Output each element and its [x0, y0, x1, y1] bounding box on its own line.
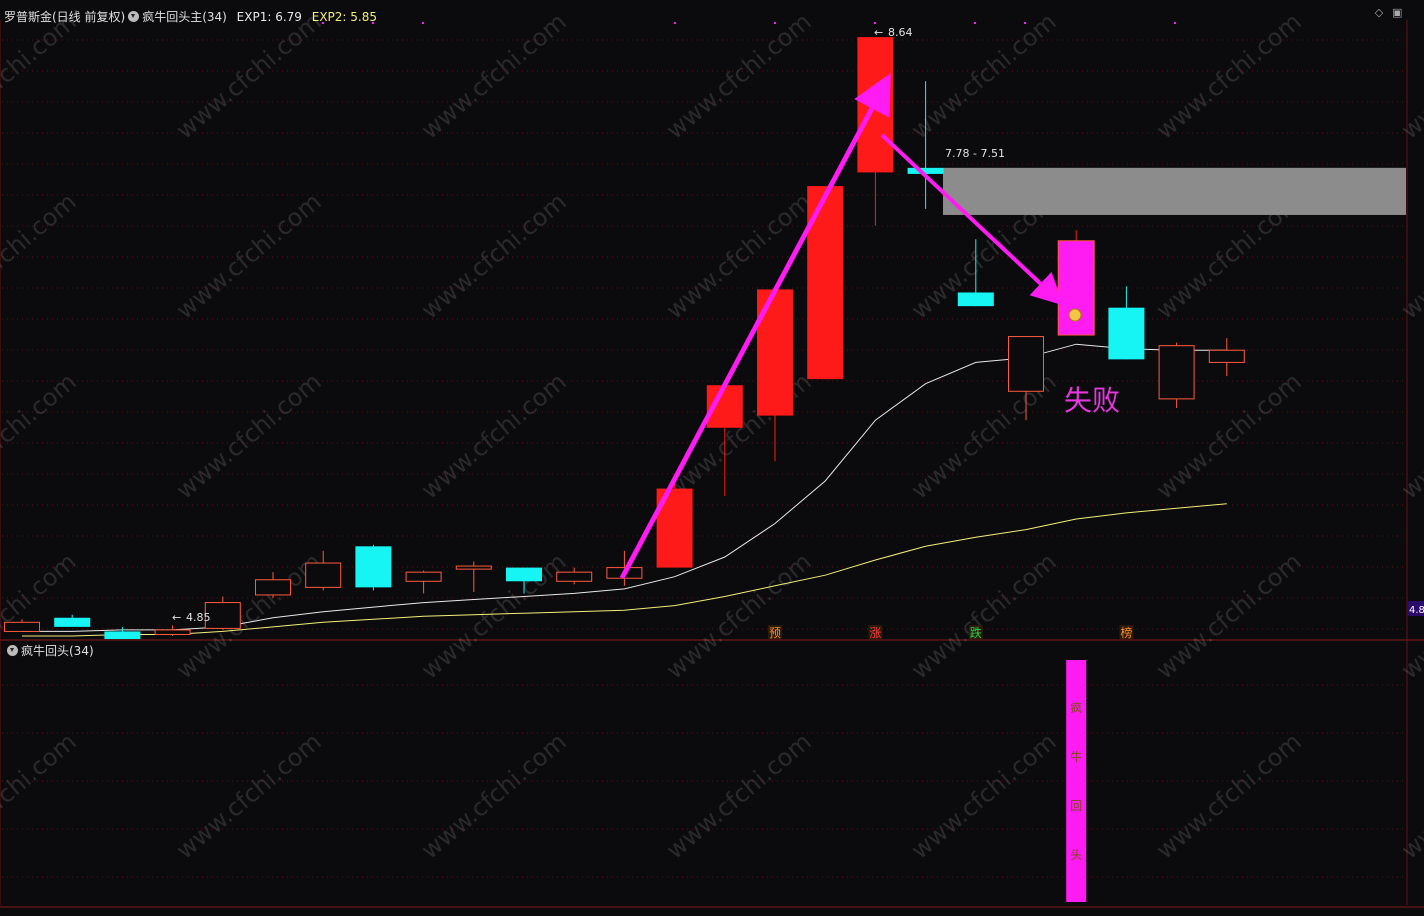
fail-label: 失败: [1064, 384, 1120, 417]
stock-name: 罗普斯金(日线 前复权): [4, 10, 126, 24]
candle-body: [1208, 349, 1245, 363]
candle-body: [1158, 345, 1195, 400]
sub-indicator-name[interactable]: 疯牛回头(34): [21, 644, 94, 658]
bottom-marker: 跌: [970, 625, 982, 640]
signal-char: 回: [1070, 799, 1082, 813]
low-label: 4.85: [186, 611, 211, 624]
signal-char: 牛: [1070, 749, 1082, 764]
candle-body: [305, 562, 342, 588]
candle-body: [4, 621, 40, 632]
candle-body: [54, 617, 91, 627]
top-dot: [874, 22, 876, 24]
diamond-icon[interactable]: ◇: [1374, 7, 1384, 18]
bottom-marker: 预: [769, 626, 781, 640]
top-dot: [422, 22, 424, 24]
right-price-label: 4.8: [1409, 605, 1424, 616]
signal-char: 疯: [1070, 700, 1082, 715]
candle-body: [154, 629, 191, 635]
candle-body: [957, 292, 994, 307]
main-chart: www.cfchi.comwww.cfchi.comwww.cfchi.comw…: [0, 0, 1424, 916]
indicator-name[interactable]: 疯牛回头主(34): [142, 10, 227, 24]
candle-body: [204, 602, 241, 629]
high-arrow-icon: ←: [874, 26, 883, 39]
candle-body: [907, 167, 944, 174]
candle-body: [757, 289, 793, 416]
low-arrow-icon: ←: [172, 611, 181, 624]
bottom-marker: 榜: [1120, 625, 1132, 640]
top-dot: [1174, 22, 1176, 24]
coin-icon: [1068, 308, 1082, 322]
candle-body: [405, 571, 442, 582]
main-header: 罗普斯金(日线 前复权) 疯牛回头主(34) EXP1: 6.79 EXP2: 5…: [4, 8, 377, 25]
sub-header: 疯牛回头(34): [4, 642, 94, 659]
top-dot: [974, 22, 976, 24]
candle-body: [506, 567, 542, 582]
dropdown-icon[interactable]: [7, 645, 18, 656]
candle-body: [1108, 307, 1145, 360]
bottom-marker: 涨: [869, 625, 881, 640]
signal-bar: [1066, 660, 1087, 902]
top-dot: [774, 22, 776, 24]
maximize-icon[interactable]: ▣: [1392, 7, 1402, 18]
price-zone: [943, 167, 1406, 215]
high-label: 8.64: [888, 26, 913, 39]
chart-stage: www.cfchi.com www.cfchi.com www.cfchi.com w…: [0, 0, 1424, 916]
candle-body: [1008, 336, 1044, 392]
top-dot: [674, 22, 676, 24]
exp2-value: EXP2: 5.85: [311, 10, 377, 24]
signal-char: 头: [1070, 848, 1082, 862]
candle-body: [556, 571, 593, 582]
dropdown-icon[interactable]: [128, 11, 140, 22]
candle-body: [355, 546, 392, 588]
range-label: 7.78 - 7.51: [945, 147, 1005, 160]
exp1-value: EXP1: 6.79: [236, 10, 302, 24]
candle-body: [455, 565, 492, 570]
candle-body: [255, 579, 291, 596]
candle-body: [104, 631, 141, 640]
